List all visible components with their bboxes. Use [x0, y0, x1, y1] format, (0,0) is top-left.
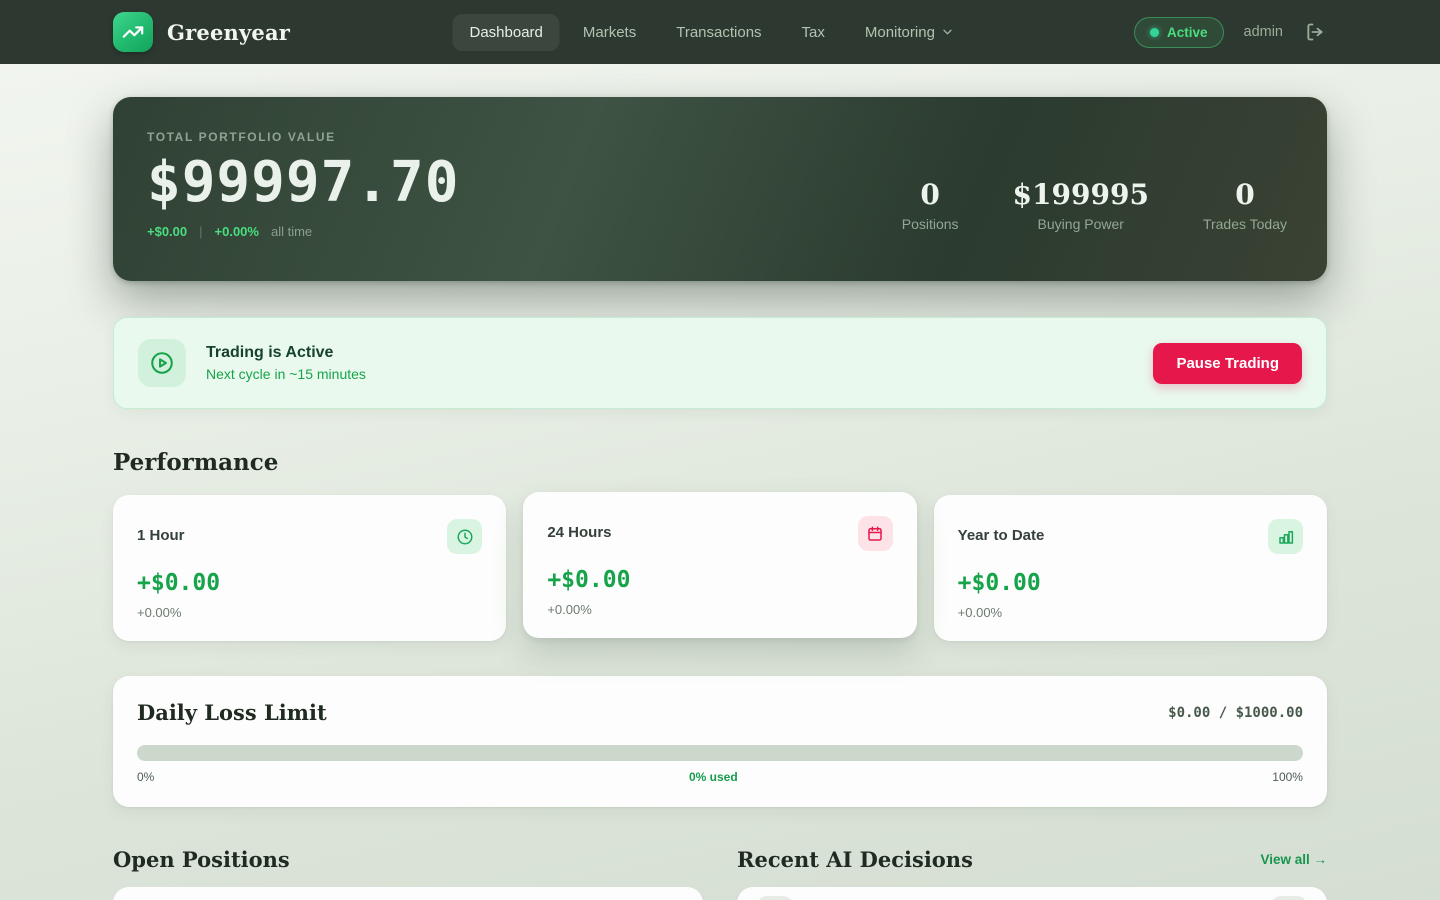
- nav-item-transactions[interactable]: Transactions: [659, 14, 778, 51]
- brand-name: Greenyear: [167, 20, 290, 45]
- portfolio-label: TOTAL PORTFOLIO VALUE: [147, 130, 459, 144]
- nav-item-label: Dashboard: [469, 24, 542, 41]
- nav-item-label: Markets: [583, 24, 636, 41]
- stat-positions: 0 Positions: [902, 178, 959, 232]
- loss-label-max: 100%: [1272, 770, 1303, 784]
- bottom-sections: Open Positions Recent AI Decisions View …: [113, 845, 1327, 900]
- divider: |: [199, 224, 202, 239]
- nav-item-label: Transactions: [676, 24, 761, 41]
- logout-button[interactable]: [1303, 20, 1327, 44]
- view-all-link[interactable]: View all →: [1260, 852, 1327, 867]
- navbar-right-group: Active admin: [1134, 17, 1327, 48]
- nav-item-label: Tax: [802, 24, 825, 41]
- nav-item-dashboard[interactable]: Dashboard: [452, 14, 559, 51]
- stat-label: Trades Today: [1203, 216, 1287, 232]
- change-percent: +0.00%: [215, 224, 259, 239]
- stat-value: 0: [1203, 178, 1287, 211]
- stat-buying-power: $199995 Buying Power: [1013, 178, 1149, 232]
- nav-item-label: Monitoring: [865, 24, 935, 41]
- perf-card-value: +$0.00: [547, 567, 892, 593]
- perf-card-value: +$0.00: [958, 570, 1303, 596]
- trending-up-icon: [113, 12, 153, 52]
- loss-label-used: 0% used: [689, 770, 738, 784]
- open-positions-heading: Open Positions: [113, 847, 290, 872]
- ai-decisions-section: Recent AI Decisions View all →: [737, 845, 1327, 900]
- pause-trading-button[interactable]: Pause Trading: [1153, 343, 1302, 384]
- performance-cards: 1 Hour +$0.00 +0.00% 24 Hours: [113, 495, 1327, 641]
- nav-item-tax[interactable]: Tax: [785, 14, 842, 51]
- stat-trades-today: 0 Trades Today: [1203, 178, 1287, 232]
- perf-card-label: 24 Hours: [547, 524, 611, 541]
- portfolio-stats: 0 Positions $199995 Buying Power 0 Trade…: [902, 178, 1287, 232]
- perf-card-percent: +0.00%: [137, 605, 482, 620]
- perf-card-1-hour: 1 Hour +$0.00 +0.00%: [113, 495, 506, 641]
- change-period: all time: [271, 224, 312, 239]
- perf-card-24-hours: 24 Hours +$0.00 +0.00%: [523, 492, 916, 638]
- status-badge: Active: [1134, 17, 1224, 48]
- status-dot-icon: [1150, 28, 1159, 37]
- play-circle-icon: [138, 339, 186, 387]
- portfolio-value: $99997.70: [147, 152, 459, 214]
- stat-value: $199995: [1013, 178, 1149, 211]
- calendar-icon: [858, 516, 893, 551]
- open-positions-card: [113, 887, 703, 900]
- status-badge-label: Active: [1167, 25, 1208, 40]
- stat-value: 0: [902, 178, 959, 211]
- logout-icon: [1305, 22, 1325, 42]
- perf-card-percent: +0.00%: [958, 605, 1303, 620]
- trading-status-banner: Trading is Active Next cycle in ~15 minu…: [113, 317, 1327, 409]
- chevron-down-icon: [941, 25, 955, 39]
- open-positions-section: Open Positions: [113, 845, 703, 900]
- brand-logo[interactable]: Greenyear: [113, 12, 290, 52]
- daily-loss-heading: Daily Loss Limit: [137, 700, 327, 725]
- daily-loss-usage: $0.00 / $1000.00: [1168, 705, 1303, 721]
- perf-card-label: 1 Hour: [137, 527, 185, 544]
- banner-title: Trading is Active: [206, 344, 366, 362]
- ai-decisions-heading: Recent AI Decisions: [737, 847, 973, 872]
- main-content: TOTAL PORTFOLIO VALUE $99997.70 +$0.00 |…: [113, 97, 1327, 900]
- decision-badge: [1271, 896, 1307, 900]
- daily-loss-labels: 0% 0% used 100%: [137, 770, 1303, 784]
- daily-loss-limit-card: Daily Loss Limit $0.00 / $1000.00 0% 0% …: [113, 676, 1327, 807]
- nav-item-monitoring[interactable]: Monitoring: [848, 14, 972, 51]
- perf-card-percent: +0.00%: [547, 602, 892, 617]
- perf-card-label: Year to Date: [958, 527, 1045, 544]
- stat-label: Buying Power: [1013, 216, 1149, 232]
- username-label: admin: [1244, 24, 1284, 40]
- banner-subtitle: Next cycle in ~15 minutes: [206, 366, 366, 382]
- bar-chart-icon: [1268, 519, 1303, 554]
- decision-avatar: [757, 896, 793, 900]
- portfolio-summary-card: TOTAL PORTFOLIO VALUE $99997.70 +$0.00 |…: [113, 97, 1327, 281]
- banner-text-group: Trading is Active Next cycle in ~15 minu…: [206, 344, 366, 382]
- nav-item-markets[interactable]: Markets: [566, 14, 653, 51]
- loss-label-min: 0%: [137, 770, 154, 784]
- clock-icon: [447, 519, 482, 554]
- perf-card-value: +$0.00: [137, 570, 482, 596]
- portfolio-change-row: +$0.00 | +0.00% all time: [147, 224, 459, 239]
- ai-decisions-card: [737, 887, 1327, 900]
- perf-card-year-to-date: Year to Date +$0.00 +0.00%: [934, 495, 1327, 641]
- main-nav: Dashboard Markets Transactions Tax Monit…: [452, 14, 971, 51]
- stat-label: Positions: [902, 216, 959, 232]
- daily-loss-progress-bar: [137, 745, 1303, 761]
- performance-heading: Performance: [113, 449, 1327, 476]
- top-navbar: Greenyear Dashboard Markets Transactions…: [0, 0, 1440, 64]
- portfolio-value-group: TOTAL PORTFOLIO VALUE $99997.70 +$0.00 |…: [147, 130, 459, 251]
- change-amount: +$0.00: [147, 224, 187, 239]
